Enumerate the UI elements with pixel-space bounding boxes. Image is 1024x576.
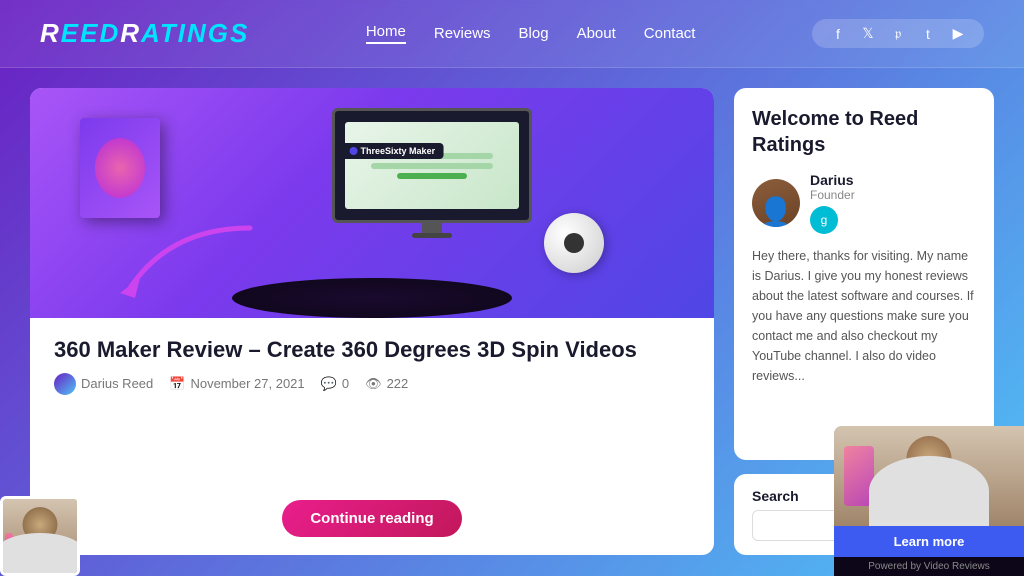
tumblr-icon[interactable]: t	[918, 26, 938, 42]
meta-views: 👁 222	[365, 376, 408, 392]
article-meta: Darius Reed 📅 November 27, 2021 💬 0 👁 22…	[54, 373, 690, 395]
author-info: Darius Founder g	[810, 172, 855, 234]
learn-more-button[interactable]: Learn more	[834, 526, 1024, 557]
pink-side-bar	[5, 533, 13, 563]
author-role: Founder	[810, 188, 855, 202]
social-bar: f 𝕏 𝔭 t ▶	[812, 19, 984, 48]
arrow-svg	[110, 218, 270, 298]
box-front	[80, 118, 160, 218]
view-icon: 👁	[365, 376, 382, 392]
nav-about[interactable]: About	[577, 25, 616, 42]
bottom-left-avatar	[0, 496, 80, 576]
content-area: ThreeSixty Maker 360 Maker Review – Crea…	[30, 88, 714, 555]
author-social-icon[interactable]: g	[810, 206, 838, 234]
main-nav: Home Reviews Blog About Contact	[366, 23, 696, 44]
monitor-stand	[412, 233, 452, 238]
monitor	[332, 108, 532, 238]
article-date: November 27, 2021	[190, 376, 304, 391]
sidebar-description: Hey there, thanks for visiting. My name …	[752, 246, 976, 386]
brand-badge: ThreeSixty Maker	[342, 143, 444, 159]
screen-bar-green	[397, 173, 467, 179]
welcome-card: Welcome to Reed Ratings Darius Founder g…	[734, 88, 994, 460]
monitor-screen	[332, 108, 532, 223]
site-header: REEDRATINGS Home Reviews Blog About Cont…	[0, 0, 1024, 68]
calendar-icon: 📅	[169, 376, 185, 392]
video-popup: Learn more Powered by Video Reviews	[834, 426, 1024, 576]
nav-home[interactable]: Home	[366, 23, 406, 44]
pink-accent	[844, 446, 874, 506]
youtube-icon[interactable]: ▶	[948, 25, 968, 42]
nav-reviews[interactable]: Reviews	[434, 25, 491, 42]
avatar-image	[752, 179, 800, 227]
meta-date: 📅 November 27, 2021	[169, 376, 304, 392]
continue-reading-button[interactable]: Continue reading	[282, 500, 461, 537]
author-name: Darius Reed	[81, 376, 153, 391]
brand-dot	[350, 147, 358, 155]
view-count: 222	[387, 376, 409, 391]
nav-blog[interactable]: Blog	[519, 25, 549, 42]
article-card: ThreeSixty Maker 360 Maker Review – Crea…	[30, 88, 714, 555]
pinterest-icon[interactable]: 𝔭	[888, 25, 908, 42]
stage	[232, 278, 512, 318]
video-preview	[834, 426, 1024, 526]
author-avatar	[752, 179, 800, 227]
author-name-sidebar: Darius	[810, 172, 855, 188]
facebook-icon[interactable]: f	[828, 26, 848, 42]
sidebar-welcome-title: Welcome to Reed Ratings	[752, 106, 976, 158]
author-row: Darius Founder g	[752, 172, 976, 234]
screen-content	[345, 122, 520, 209]
site-logo[interactable]: REEDRATINGS	[40, 18, 249, 49]
video-person	[834, 426, 1024, 526]
meta-author: Darius Reed	[54, 373, 153, 395]
video-footer: Powered by Video Reviews	[834, 557, 1024, 576]
camera-ball	[544, 213, 604, 273]
comment-count: 0	[342, 376, 349, 391]
comment-icon: 💬	[321, 376, 337, 392]
author-avatar-small	[54, 373, 76, 395]
article-title: 360 Maker Review – Create 360 Degrees 3D…	[54, 336, 690, 365]
nav-contact[interactable]: Contact	[644, 25, 696, 42]
avatar-inner	[3, 499, 77, 573]
monitor-base	[422, 223, 442, 233]
screen-bar-2	[371, 163, 493, 169]
twitter-icon[interactable]: 𝕏	[858, 25, 878, 42]
meta-comments: 💬 0	[321, 376, 349, 392]
article-body: 360 Maker Review – Create 360 Degrees 3D…	[30, 318, 714, 555]
article-image: ThreeSixty Maker	[30, 88, 714, 318]
